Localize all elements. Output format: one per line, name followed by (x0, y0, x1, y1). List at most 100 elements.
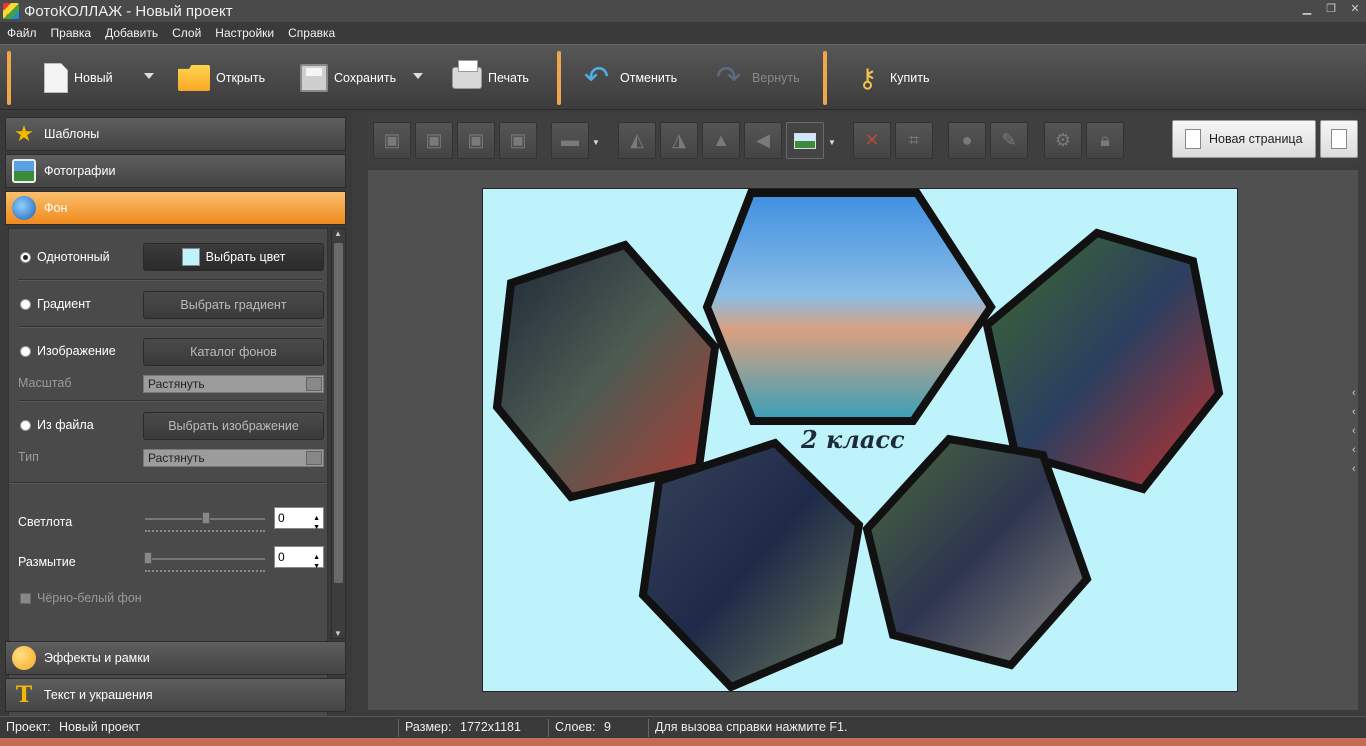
undo-button[interactable]: ↶ Отменить (584, 53, 677, 103)
page-settings-button[interactable] (1320, 120, 1358, 158)
section-templates[interactable]: ★ Шаблоны (5, 117, 346, 151)
gradient-label: Градиент (37, 297, 91, 311)
solid-option[interactable]: Однотонный (20, 250, 110, 264)
photo-icon (12, 159, 36, 183)
align-button[interactable]: ▬ (551, 122, 589, 159)
gradient-radio[interactable] (20, 298, 31, 310)
blur-slider[interactable] (145, 558, 265, 560)
open-button[interactable]: Открыть (178, 53, 265, 103)
flip-vertical-button[interactable]: ◀ (744, 122, 782, 159)
section-effects[interactable]: Эффекты и рамки (5, 641, 346, 675)
scale-select[interactable]: Растянуть (143, 375, 324, 393)
photo-frame-2[interactable] (702, 189, 996, 425)
rotate-left-icon: ◭ (630, 130, 644, 150)
save-dropdown-arrow[interactable] (413, 73, 423, 79)
new-dropdown-arrow[interactable] (144, 73, 154, 79)
panel-scrollbar[interactable]: ▲ ▼ (331, 228, 346, 639)
type-select[interactable]: Растянуть (143, 449, 324, 467)
scroll-down-icon[interactable]: ▼ (334, 629, 342, 638)
crop-icon: ⌗ (908, 130, 920, 150)
bw-option[interactable]: Чёрно-белый фон (20, 591, 142, 605)
photo-frame-1[interactable] (492, 240, 720, 502)
scale-value: Растянуть (148, 377, 205, 391)
section-background[interactable]: Фон (5, 191, 346, 225)
effects-button[interactable]: ● (948, 122, 986, 159)
scroll-thumb[interactable] (334, 243, 343, 583)
choose-color-button[interactable]: Выбрать цвет (143, 243, 324, 271)
edit-photo-button[interactable]: ✎ (990, 122, 1028, 159)
image-label: Изображение (37, 344, 116, 358)
spin-down-icon[interactable]: ▼ (313, 557, 320, 577)
image-radio[interactable] (20, 345, 31, 357)
bw-checkbox[interactable] (20, 592, 31, 604)
app-icon (3, 3, 19, 19)
print-button-label: Печать (488, 71, 529, 85)
menu-edit[interactable]: Правка (44, 26, 99, 40)
help-hint: Для вызова справки нажмите F1. (655, 720, 848, 734)
brush-icon: ✎ (1001, 130, 1017, 150)
choose-gradient-button[interactable]: Выбрать градиент (143, 291, 324, 319)
photo-frame-4[interactable] (638, 438, 864, 691)
menu-add[interactable]: Добавить (98, 26, 165, 40)
blur-slider-knob[interactable] (144, 552, 152, 564)
bring-forward-button[interactable]: ▣ (415, 122, 453, 159)
photo-frame-5[interactable] (862, 434, 1092, 670)
brightness-slider-knob[interactable] (202, 512, 210, 524)
new-button[interactable]: Новый (44, 53, 113, 103)
send-backward-button[interactable]: ▣ (457, 122, 495, 159)
menu-file[interactable]: Файл (0, 26, 44, 40)
palette-icon (12, 646, 36, 670)
image-fit-button[interactable] (786, 122, 824, 159)
layer-back-icon: ▣ (509, 130, 527, 150)
properties-button[interactable]: ⚙ (1044, 122, 1082, 159)
toolbar-separator (557, 51, 561, 105)
new-page-label: Новая страница (1209, 132, 1303, 146)
flip-horizontal-button[interactable]: ▲ (702, 122, 740, 159)
divider (18, 279, 322, 281)
rotate-right-icon: ◮ (672, 130, 686, 150)
section-text[interactable]: T Текст и украшения (5, 678, 346, 712)
scroll-up-icon[interactable]: ▲ (334, 229, 342, 238)
print-button[interactable]: Печать (452, 53, 529, 103)
minimize-icon[interactable]: ▁ (1296, 0, 1318, 20)
close-icon[interactable]: ✕ (1344, 0, 1366, 20)
crop-button[interactable]: ⌗ (895, 122, 933, 159)
menu-settings[interactable]: Настройки (208, 26, 281, 40)
collage-canvas[interactable]: 2 класс (482, 188, 1238, 692)
collapse-arrows[interactable]: ‹ ‹ ‹ ‹ ‹ (1352, 384, 1362, 479)
chevron-down-icon[interactable]: ▼ (828, 138, 836, 147)
layer-backward-icon: ▣ (467, 130, 485, 150)
chevron-down-icon[interactable]: ▼ (592, 138, 600, 147)
new-page-icon (1185, 129, 1201, 149)
maximize-icon[interactable]: ❐ (1320, 0, 1342, 20)
chevron-down-icon (306, 451, 322, 465)
image-option[interactable]: Изображение (20, 344, 116, 358)
gradient-option[interactable]: Градиент (20, 297, 91, 311)
toolbar-separator (7, 51, 11, 105)
buy-button[interactable]: ⚷ Купить (858, 53, 930, 103)
spin-down-icon[interactable]: ▼ (313, 518, 320, 538)
choose-image-button[interactable]: Выбрать изображение (143, 412, 324, 440)
bring-to-front-button[interactable]: ▣ (373, 122, 411, 159)
collage-caption[interactable]: 2 класс (801, 425, 905, 454)
menu-layer[interactable]: Слой (165, 26, 208, 40)
solid-radio[interactable] (20, 251, 31, 263)
brightness-label: Светлота (18, 515, 73, 529)
save-button[interactable]: Сохранить (300, 53, 396, 103)
save-button-label: Сохранить (334, 71, 397, 85)
redo-button[interactable]: ↷ Вернуть (716, 53, 800, 103)
catalog-button[interactable]: Каталог фонов (143, 338, 324, 366)
rotate-right-button[interactable]: ◮ (660, 122, 698, 159)
send-to-back-button[interactable]: ▣ (499, 122, 537, 159)
blur-input[interactable]: 0 ▲ ▼ (274, 546, 324, 570)
section-photos[interactable]: Фотографии (5, 154, 346, 188)
rotate-left-button[interactable]: ◭ (618, 122, 656, 159)
file-radio[interactable] (20, 419, 31, 431)
brightness-input[interactable]: 0 ▲ ▼ (274, 507, 324, 531)
solid-label: Однотонный (37, 250, 110, 264)
file-option[interactable]: Из файла (20, 418, 94, 432)
delete-button[interactable]: ✕ (853, 122, 891, 159)
menu-help[interactable]: Справка (281, 26, 342, 40)
new-page-button[interactable]: Новая страница (1172, 120, 1316, 158)
lock-button[interactable]: 🔒︎ (1086, 122, 1124, 159)
